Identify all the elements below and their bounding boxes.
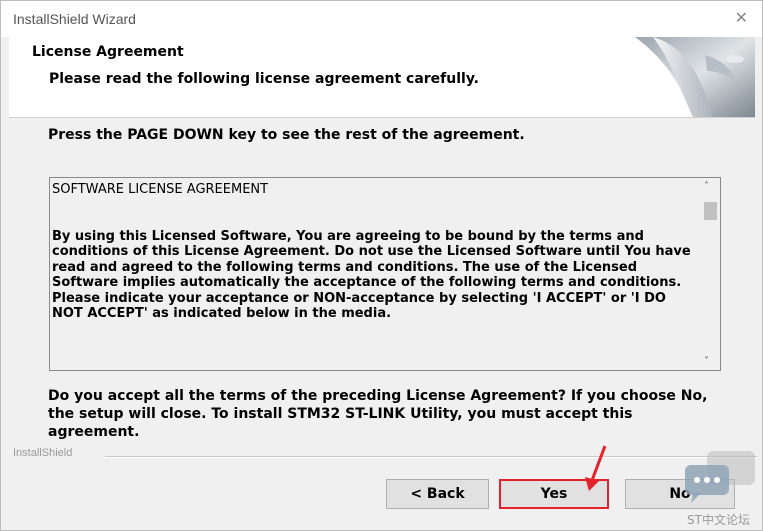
accept-question: Do you accept all the terms of the prece… [48,388,708,440]
close-icon[interactable]: ✕ [735,8,748,27]
license-textbox[interactable]: SOFTWARE LICENSE AGREEMENT By using this… [49,177,721,371]
page-subtitle: Please read the following license agreem… [49,71,479,87]
wizard-header: License Agreement Please read the follow… [9,37,755,118]
back-button[interactable]: < Back [386,479,489,509]
page-title: License Agreement [32,44,184,60]
window-title: InstallShield Wizard [13,11,136,27]
installshield-window: InstallShield Wizard ✕ License Agreement… [0,0,763,531]
chat-bubble-icon [685,451,755,503]
installshield-corner-graphic-icon [635,37,755,117]
page-down-instruction: Press the PAGE DOWN key to see the rest … [48,127,525,143]
scroll-up-icon[interactable]: ˄ [704,181,709,192]
license-heading: SOFTWARE LICENSE AGREEMENT [52,182,269,197]
license-body: By using this Licensed Software, You are… [52,228,691,322]
scroll-down-icon[interactable]: ˅ [704,356,709,367]
installshield-brand: InstallShield [13,447,73,459]
watermark: ST中文论坛 [681,449,762,530]
red-arrow-icon [585,445,607,491]
scroll-thumb[interactable] [704,202,717,220]
license-scrollbar[interactable]: ˄ ˅ [702,179,719,369]
divider [105,456,757,458]
watermark-text: ST中文论坛 [687,513,750,527]
title-bar: InstallShield Wizard ✕ [1,1,762,37]
license-text: SOFTWARE LICENSE AGREEMENT By using this… [52,182,700,368]
